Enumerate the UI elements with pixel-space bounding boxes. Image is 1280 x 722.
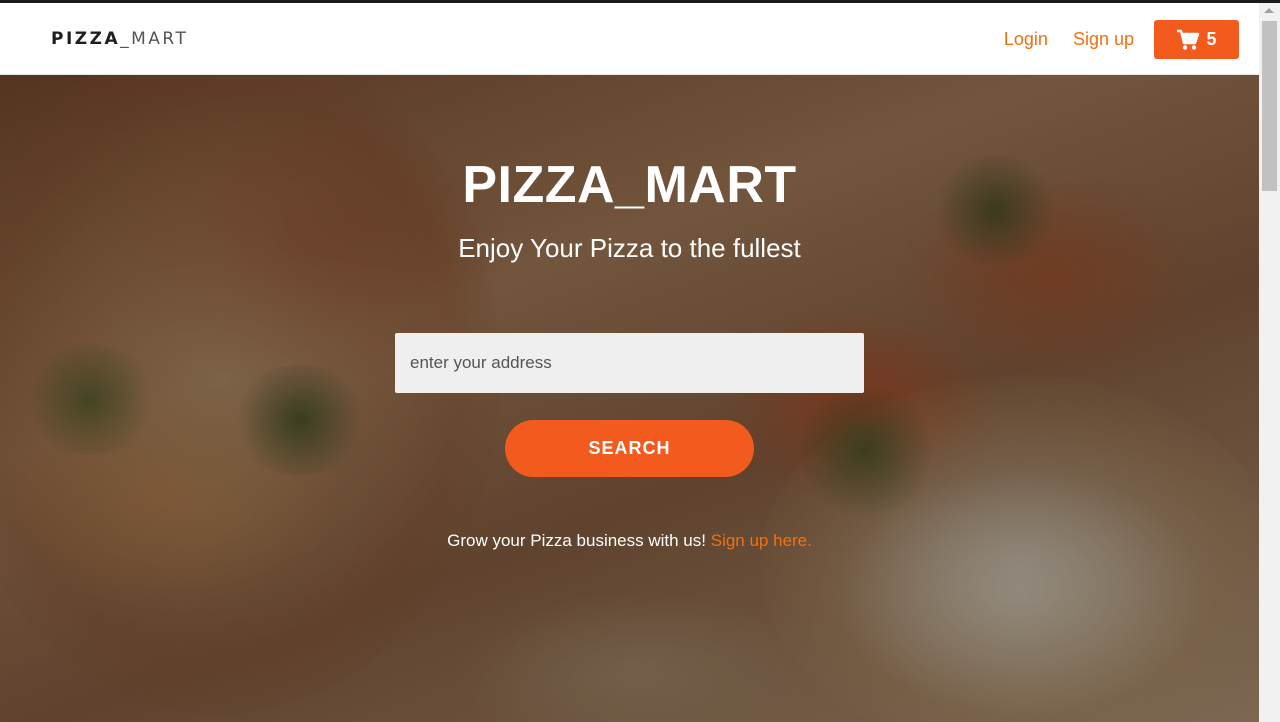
signup-link[interactable]: Sign up	[1073, 29, 1134, 50]
nav-links: Login Sign up 5	[1004, 20, 1239, 59]
hero-subtitle: Enjoy Your Pizza to the fullest	[458, 233, 801, 263]
hero-content: PIZZA_MART Enjoy Your Pizza to the fulle…	[0, 75, 1259, 722]
brand-part-1: PIZZA	[51, 29, 121, 49]
search-button[interactable]: SEARCH	[505, 420, 754, 477]
hero-title: PIZZA_MART	[462, 156, 797, 214]
cart-button[interactable]: 5	[1154, 20, 1239, 59]
navbar: PIZZA_MART Login Sign up 5	[0, 3, 1259, 75]
scrollbar-thumb[interactable]	[1262, 21, 1277, 191]
scroll-up-arrow-icon[interactable]	[1264, 8, 1274, 13]
brand-logo[interactable]: PIZZA_MART	[51, 29, 188, 49]
promo-text: Grow your Pizza business with us! Sign u…	[0, 531, 1259, 551]
login-link[interactable]: Login	[1004, 29, 1048, 50]
hero-section: PIZZA_MART Enjoy Your Pizza to the fulle…	[0, 75, 1259, 722]
page-scrollbar[interactable]	[1259, 3, 1280, 722]
brand-part-2: _MART	[120, 29, 189, 49]
shopping-cart-icon	[1177, 29, 1200, 50]
promo-message: Grow your Pizza business with us!	[447, 531, 706, 550]
promo-signup-link[interactable]: Sign up here.	[711, 531, 812, 550]
address-input[interactable]	[395, 333, 864, 393]
cart-count: 5	[1206, 29, 1217, 49]
